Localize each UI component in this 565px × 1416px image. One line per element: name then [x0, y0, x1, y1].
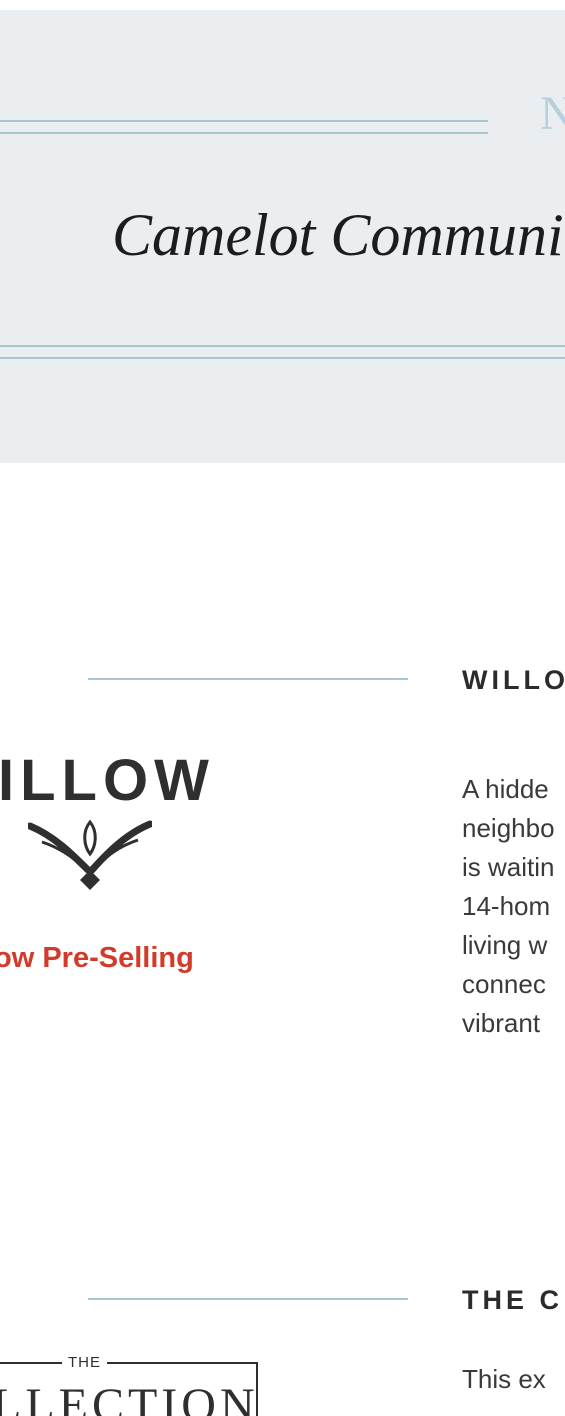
section-divider: [88, 1298, 408, 1300]
description-line: neighbo: [462, 813, 555, 843]
hero-banner: N Camelot Communi: [0, 10, 565, 463]
description-line: 14-hom: [462, 891, 551, 921]
status-badge: ow Pre-Selling: [0, 942, 194, 974]
community-description: This ex: [462, 1360, 565, 1399]
logo-wordmark: LLECTION: [0, 1379, 259, 1416]
hero-headline: Camelot Communi: [112, 202, 564, 268]
logo-the-label: THE: [62, 1354, 107, 1371]
hero-rule-top: [0, 132, 488, 134]
community-the-collection: THE C THE LLECTION This ex: [0, 1260, 565, 1416]
hero-rule-bottom: [0, 357, 565, 359]
section-title: WILLO: [462, 665, 565, 695]
hero-rule-bottom: [0, 345, 565, 347]
willow-wordmark: ILLOW: [0, 748, 215, 813]
description-line: This ex: [462, 1364, 546, 1394]
the-collection-logo[interactable]: THE LLECTION: [0, 1354, 259, 1416]
willow-emblem-icon: [28, 819, 152, 890]
section-divider: [88, 678, 408, 680]
community-description: A hidde neighbo is waitin 14-hom living …: [462, 770, 565, 1043]
description-line: living w: [462, 930, 548, 960]
description-line: A hidde: [462, 774, 549, 804]
community-willow: ILLOW ow Pre-Selling WILLO A hidde neigh…: [0, 640, 565, 1200]
hero-rule-top: [0, 120, 488, 122]
description-line: connec: [462, 969, 546, 999]
description-line: is waitin: [462, 852, 555, 882]
description-line: vibrant: [462, 1008, 541, 1038]
section-title: THE C: [462, 1285, 563, 1315]
hero-overline: N: [540, 87, 565, 140]
